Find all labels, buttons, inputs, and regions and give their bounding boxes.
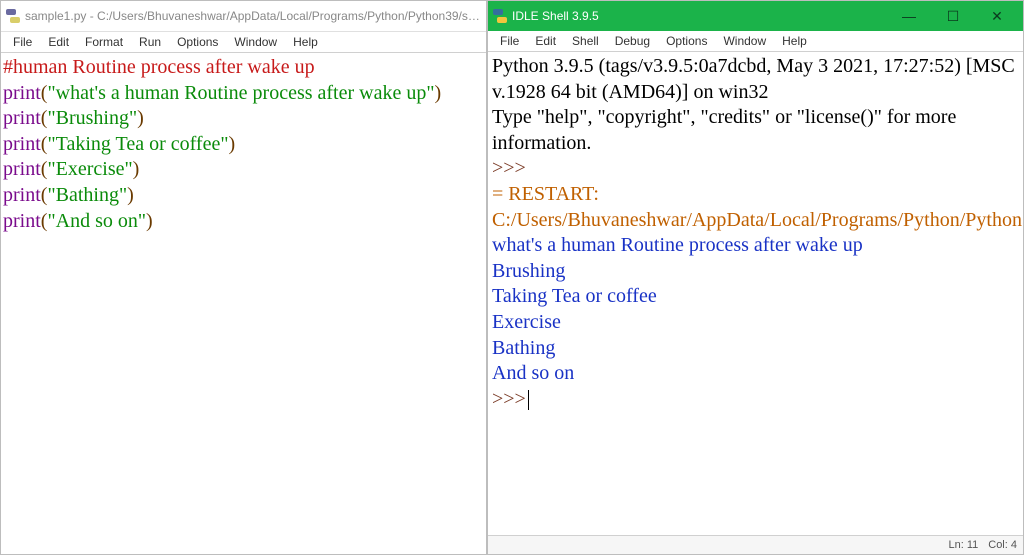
menu-file[interactable]: File <box>5 33 40 51</box>
shell-statusbar: Ln: 11 Col: 4 <box>488 535 1023 554</box>
prompt: >>> <box>492 157 526 179</box>
maximize-button[interactable]: ☐ <box>931 1 975 31</box>
minimize-button[interactable]: — <box>887 1 931 31</box>
editor-titlebar[interactable]: sample1.py - C:/Users/Bhuvaneshwar/AppDa… <box>1 1 486 32</box>
output-line: Brushing <box>492 259 1019 285</box>
caret-icon <box>528 390 529 410</box>
shell-text: Python 3.9.5 (tags/v3.9.5:0a7dcbd, May 3… <box>488 52 1023 414</box>
menu-debug[interactable]: Debug <box>607 32 658 50</box>
output-line: Bathing <box>492 336 1019 362</box>
shell-titlebar[interactable]: IDLE Shell 3.9.5 — ☐ ✕ <box>488 1 1023 31</box>
menu-edit[interactable]: Edit <box>527 32 564 50</box>
output-line: Taking Tea or coffee <box>492 284 1019 310</box>
menu-file[interactable]: File <box>492 32 527 50</box>
output-line: And so on <box>492 361 1019 387</box>
shell-body[interactable]: Python 3.9.5 (tags/v3.9.5:0a7dcbd, May 3… <box>488 52 1023 535</box>
output-line: what's a human Routine process after wak… <box>492 233 1019 259</box>
menu-window[interactable]: Window <box>226 33 285 51</box>
editor-code: #human Routine process after wake up pri… <box>1 53 486 236</box>
window-controls: — ☐ ✕ <box>887 1 1019 31</box>
menu-help[interactable]: Help <box>774 32 815 50</box>
code-comment: #human Routine process after wake up <box>3 56 315 78</box>
menu-run[interactable]: Run <box>131 33 169 51</box>
status-column: Col: 4 <box>988 539 1017 551</box>
menu-help[interactable]: Help <box>285 33 326 51</box>
menu-format[interactable]: Format <box>77 33 131 51</box>
editor-window: sample1.py - C:/Users/Bhuvaneshwar/AppDa… <box>0 0 487 555</box>
shell-menubar: File Edit Shell Debug Options Window Hel… <box>488 31 1023 52</box>
close-button[interactable]: ✕ <box>975 1 1019 31</box>
python-icon <box>492 8 508 24</box>
editor-menubar: File Edit Format Run Options Window Help <box>1 32 486 53</box>
shell-window: IDLE Shell 3.9.5 — ☐ ✕ File Edit Shell D… <box>487 0 1024 555</box>
banner-version: Python 3.9.5 (tags/v3.9.5:0a7dcbd, May 3… <box>492 54 1019 105</box>
menu-options[interactable]: Options <box>169 33 226 51</box>
status-line: Ln: 11 <box>948 539 978 551</box>
editor-body[interactable]: #human Routine process after wake up pri… <box>1 53 486 554</box>
restart-line: = RESTART: C:/Users/Bhuvaneshwar/AppData… <box>492 182 1019 233</box>
banner-help: Type "help", "copyright", "credits" or "… <box>492 105 1019 156</box>
menu-edit[interactable]: Edit <box>40 33 77 51</box>
editor-title: sample1.py - C:/Users/Bhuvaneshwar/AppDa… <box>25 9 482 23</box>
prompt: >>> <box>492 388 526 410</box>
python-icon <box>5 8 21 24</box>
menu-shell[interactable]: Shell <box>564 32 607 50</box>
output-line: Exercise <box>492 310 1019 336</box>
shell-title: IDLE Shell 3.9.5 <box>512 9 883 23</box>
menu-window[interactable]: Window <box>715 32 774 50</box>
menu-options[interactable]: Options <box>658 32 715 50</box>
